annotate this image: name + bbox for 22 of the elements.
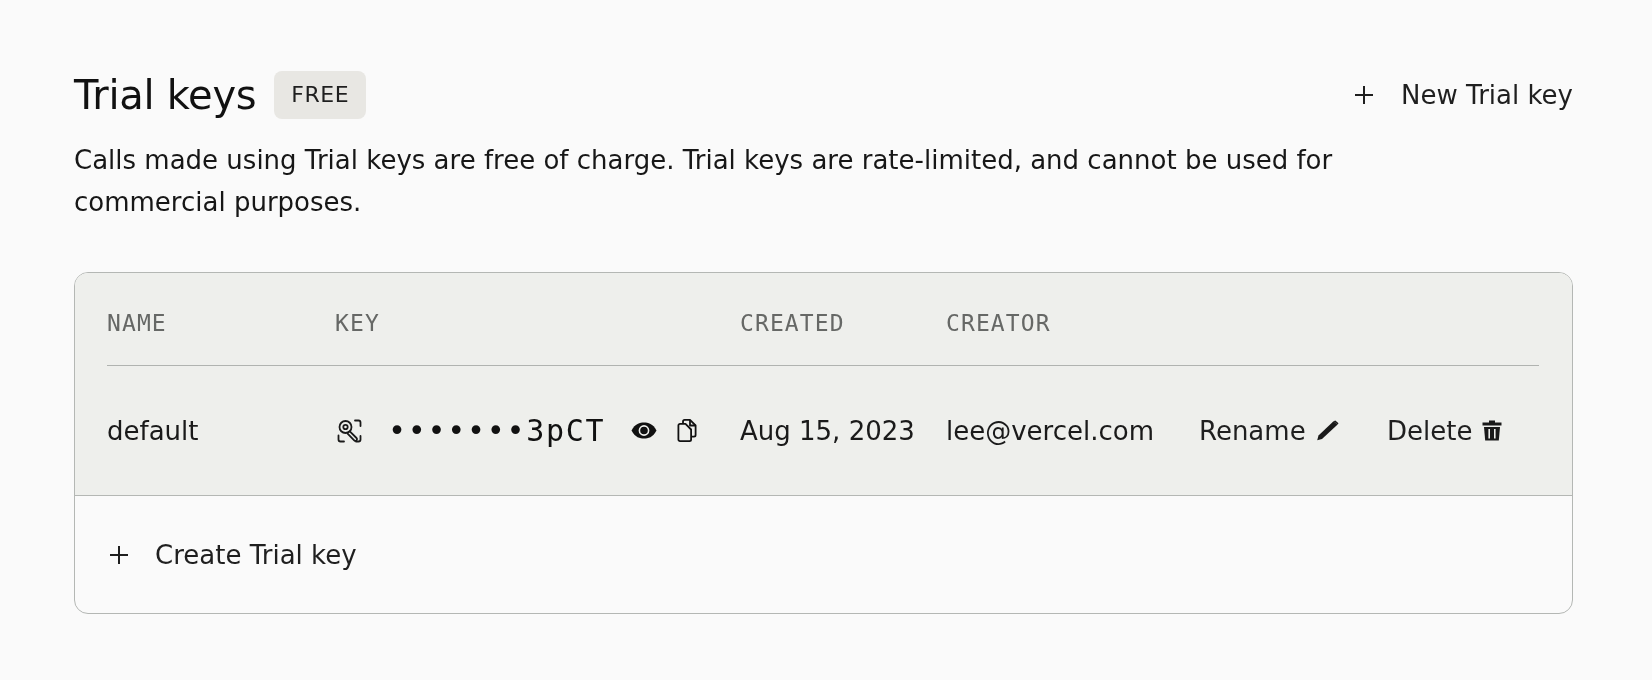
- created-date: Aug 15, 2023: [740, 414, 915, 447]
- column-header: CREATOR: [946, 309, 1051, 337]
- new-key-button[interactable]: New Trial key: [1355, 80, 1573, 110]
- plus-icon: [110, 545, 128, 564]
- column-header: CREATED: [740, 309, 845, 337]
- create-key-button[interactable]: Create Trial key: [110, 539, 357, 570]
- rename-button[interactable]: Rename: [1199, 415, 1339, 446]
- copy-icon[interactable]: [677, 419, 698, 442]
- delete-button[interactable]: Delete: [1387, 415, 1503, 446]
- description-text: Calls made using Trial keys are free of charge. Trial keys are rate-limited, and cannot be used for commercial purposes.: [74, 144, 1334, 219]
- eye-icon[interactable]: [631, 422, 658, 439]
- column-header: KEY: [335, 309, 380, 337]
- plan-badge: FREE: [274, 71, 367, 119]
- key-icon: [337, 418, 362, 443]
- masked-key: •••••••3pCT: [388, 412, 606, 449]
- page-title: Trial keys: [74, 71, 257, 119]
- column-header: NAME: [107, 309, 167, 337]
- plus-icon: [1355, 86, 1374, 104]
- creator-email: lee@vercel.com: [946, 414, 1155, 447]
- trash-icon: [1482, 420, 1503, 441]
- pencil-icon: [1315, 420, 1339, 441]
- key-name: default: [107, 414, 199, 447]
